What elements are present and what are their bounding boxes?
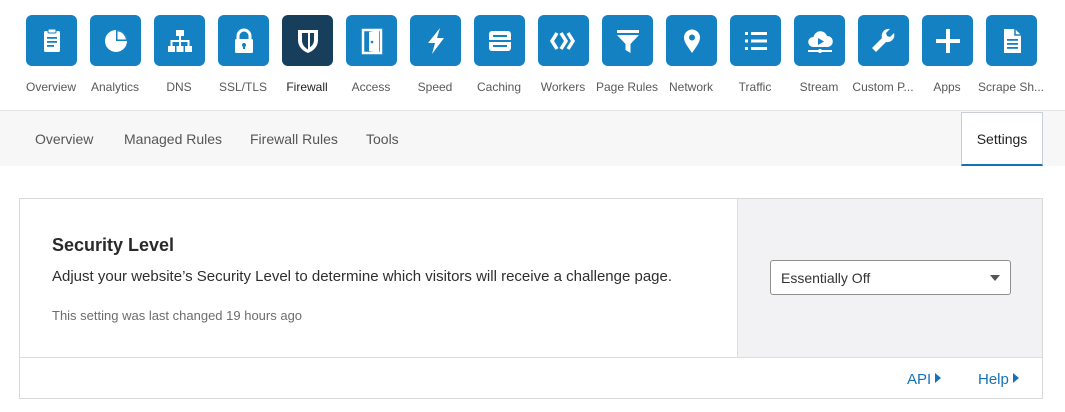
app-nav-label: SSL/TLS — [218, 80, 268, 94]
app-nav-custom-pages[interactable]: Custom P... — [851, 15, 915, 100]
app-nav-caching[interactable]: Caching — [467, 15, 531, 100]
caret-right-icon — [935, 373, 942, 383]
security-level-card: Security Level Adjust your website’s Sec… — [19, 198, 1043, 399]
plus-icon — [922, 15, 973, 66]
document-icon — [986, 15, 1037, 66]
app-nav-label: Custom P... — [852, 80, 914, 94]
app-nav-label: Apps — [933, 80, 961, 94]
app-nav-analytics[interactable]: Analytics — [83, 15, 147, 100]
app-nav-label: Speed — [417, 80, 453, 94]
lock-icon — [218, 15, 269, 66]
tab-tools[interactable]: Tools — [366, 131, 399, 147]
app-nav-label: Access — [351, 80, 391, 94]
select-value: Essentially Off — [781, 270, 871, 286]
pie-chart-icon — [90, 15, 141, 66]
firewall-subnav: Overview Managed Rules Firewall Rules To… — [0, 110, 1065, 166]
tab-firewall-rules[interactable]: Firewall Rules — [250, 131, 338, 147]
app-nav-firewall[interactable]: Firewall — [275, 15, 339, 100]
help-link[interactable]: Help — [978, 371, 1019, 388]
app-nav-page-rules[interactable]: Page Rules — [595, 15, 659, 100]
app-nav-ssl-tls[interactable]: SSL/TLS — [211, 15, 275, 100]
app-nav-dns[interactable]: DNS — [147, 15, 211, 100]
last-changed-note: This setting was last changed 19 hours a… — [52, 308, 303, 323]
app-navigation: Overview Analytics DNS SSL/TLS Firewall … — [0, 0, 1065, 110]
app-nav-access[interactable]: Access — [339, 15, 403, 100]
security-level-info: Security Level Adjust your website’s Sec… — [20, 199, 737, 357]
door-icon — [346, 15, 397, 66]
card-description: Adjust your website’s Security Level to … — [52, 268, 673, 285]
app-nav-label: Caching — [476, 80, 522, 94]
card-footer: API Help — [20, 357, 1042, 398]
tab-overview[interactable]: Overview — [35, 131, 93, 147]
map-pin-icon — [666, 15, 717, 66]
app-nav-overview[interactable]: Overview — [19, 15, 83, 100]
tab-managed-rules[interactable]: Managed Rules — [124, 131, 222, 147]
app-nav-label: Page Rules — [595, 80, 659, 94]
lightning-icon — [410, 15, 461, 66]
app-nav-label: Scrape Sh... — [977, 80, 1045, 94]
api-link[interactable]: API — [907, 371, 942, 388]
app-nav-label: Overview — [25, 80, 76, 94]
shield-icon — [282, 15, 333, 66]
app-nav-workers[interactable]: Workers — [531, 15, 595, 100]
cloud-play-icon — [794, 15, 845, 66]
app-nav-speed[interactable]: Speed — [403, 15, 467, 100]
app-nav-traffic[interactable]: Traffic — [723, 15, 787, 100]
workers-chevrons-icon — [538, 15, 589, 66]
app-nav-label: Stream — [799, 80, 839, 94]
app-nav-label: Network — [668, 80, 713, 94]
wrench-icon — [858, 15, 909, 66]
list-icon — [730, 15, 781, 66]
caret-right-icon — [1012, 373, 1019, 383]
server-drive-icon — [474, 15, 525, 66]
api-link-label: API — [907, 371, 932, 388]
help-link-label: Help — [978, 371, 1009, 388]
security-level-select[interactable]: Essentially Off — [770, 260, 1011, 295]
card-title: Security Level — [52, 235, 175, 255]
filter-funnel-icon — [602, 15, 653, 66]
app-nav-scrape-shield[interactable]: Scrape Sh... — [978, 15, 1044, 100]
app-nav-label: Analytics — [90, 80, 140, 94]
app-nav-label: DNS — [166, 80, 192, 94]
network-tree-icon — [154, 15, 205, 66]
app-nav-network[interactable]: Network — [659, 15, 723, 100]
security-level-control: Essentially Off — [737, 199, 1042, 357]
app-nav-stream[interactable]: Stream — [787, 15, 851, 100]
app-nav-label: Traffic — [738, 80, 772, 94]
app-nav-label: Firewall — [286, 80, 328, 94]
clipboard-icon — [26, 15, 77, 66]
caret-down-icon — [990, 275, 1000, 281]
app-nav-label: Workers — [540, 80, 586, 94]
tab-settings[interactable]: Settings — [961, 112, 1043, 166]
app-nav-apps[interactable]: Apps — [915, 15, 979, 100]
